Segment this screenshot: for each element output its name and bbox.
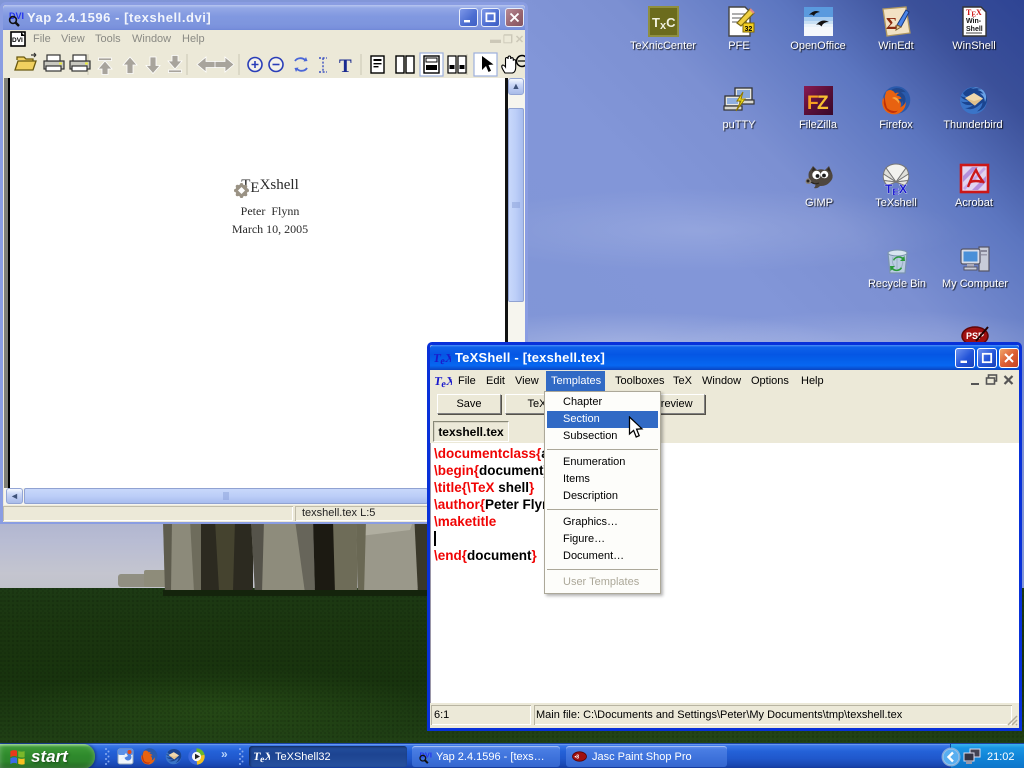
svg-text:TEX: TEX: [966, 8, 982, 19]
svg-text:Win-: Win-: [966, 18, 982, 25]
svg-text:T: T: [339, 56, 352, 77]
svg-text:Z: Z: [817, 93, 829, 114]
svg-text:TeX: TeX: [434, 351, 451, 366]
svg-text:DVI: DVI: [12, 37, 23, 44]
svg-text:TeX: TeX: [435, 374, 452, 389]
svg-text:TEX: TEX: [885, 182, 907, 195]
svg-text:Shell: Shell: [966, 26, 983, 33]
svg-text:•8: •8: [575, 755, 580, 761]
svg-text:32: 32: [744, 26, 752, 33]
svg-text:TeX: TeX: [254, 751, 270, 764]
svg-text:Σ: Σ: [886, 14, 897, 33]
